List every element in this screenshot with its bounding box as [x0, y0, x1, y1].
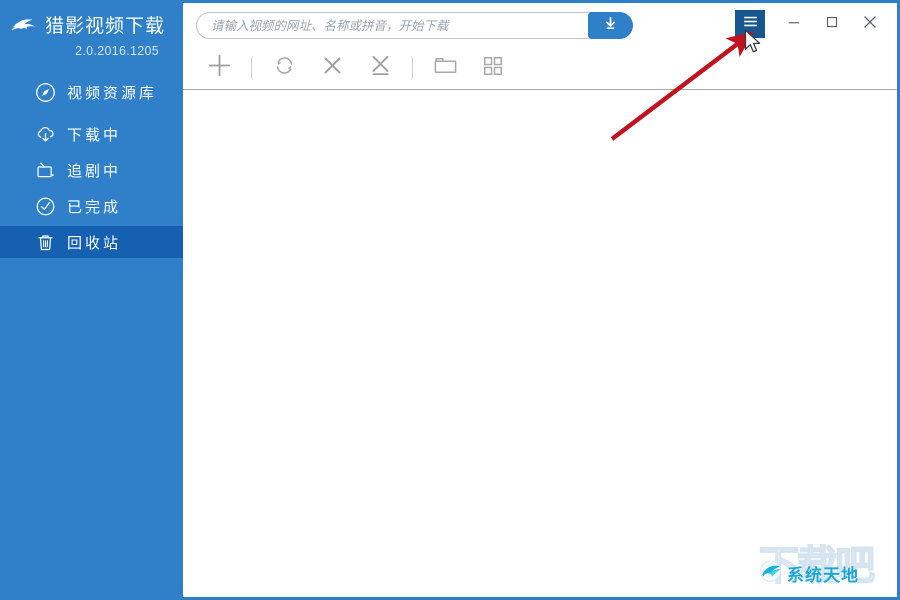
sidebar: 猎影视频下载 2.0.2016.1205 视频资源库 下载中 追剧中 已完成 回… [0, 3, 183, 597]
sidebar-item-library[interactable]: 视频资源库 [0, 76, 183, 108]
sidebar-item-downloading[interactable]: 下载中 [0, 118, 183, 150]
toolbar [183, 47, 897, 90]
minimize-button[interactable] [775, 8, 813, 40]
app-version: 2.0.2016.1205 [75, 44, 159, 58]
grid-icon [481, 54, 505, 83]
close-button[interactable] [851, 8, 889, 40]
search-area [196, 12, 633, 39]
x-underline-icon [368, 53, 393, 83]
search-input[interactable] [197, 13, 605, 38]
maximize-button[interactable] [813, 8, 851, 40]
refresh-button[interactable] [260, 48, 308, 88]
delete-all-button[interactable] [356, 48, 404, 88]
check-circle-icon [34, 195, 56, 217]
sidebar-item-label: 追剧中 [67, 162, 122, 180]
task-list-area[interactable]: 下载吧 系统天地 [183, 91, 897, 597]
app-title: 猎影视频下载 [45, 16, 166, 37]
add-task-button[interactable] [195, 48, 243, 88]
sidebar-item-label: 视频资源库 [67, 84, 158, 102]
watermark-brand: 系统天地 [757, 557, 859, 589]
grid-view-button[interactable] [469, 48, 517, 88]
toolbar-separator [251, 57, 252, 79]
sidebar-item-recycle-bin[interactable]: 回收站 [0, 226, 183, 258]
delete-button[interactable] [308, 48, 356, 88]
sidebar-item-following[interactable]: 追剧中 [0, 154, 183, 186]
sidebar-item-completed[interactable]: 已完成 [0, 190, 183, 222]
minimize-icon [785, 13, 803, 36]
open-folder-button[interactable] [421, 48, 469, 88]
download-arrow-icon [602, 15, 619, 37]
cloud-download-icon [34, 123, 56, 145]
titlebar [183, 3, 897, 47]
compass-icon [34, 81, 56, 103]
app-window: 猎影视频下载 2.0.2016.1205 视频资源库 下载中 追剧中 已完成 回… [0, 0, 900, 600]
refresh-icon [272, 53, 297, 83]
watermark-text: 系统天地 [787, 565, 859, 585]
plus-icon [206, 52, 233, 84]
maximize-icon [823, 13, 841, 36]
x-icon [320, 53, 345, 83]
trash-icon [34, 231, 56, 253]
app-brand: 猎影视频下载 [0, 3, 183, 37]
sidebar-item-label: 回收站 [67, 234, 122, 252]
swoosh-logo-icon [10, 14, 40, 36]
arrow-pointer-icon [744, 29, 761, 53]
sidebar-item-label: 下载中 [67, 126, 122, 144]
watermark: 下载吧 系统天地 [747, 533, 892, 595]
toolbar-separator [412, 57, 413, 79]
search-box[interactable] [196, 12, 606, 39]
watermark-ghost-text: 下载吧 [758, 543, 876, 589]
sidebar-item-label: 已完成 [67, 198, 122, 216]
close-icon [860, 12, 880, 37]
tv-icon [34, 159, 56, 181]
download-button[interactable] [588, 12, 633, 39]
sidebar-nav: 视频资源库 下载中 追剧中 已完成 回收站 [0, 76, 183, 258]
globe-swirl-icon [757, 557, 784, 589]
folder-icon [432, 52, 459, 84]
